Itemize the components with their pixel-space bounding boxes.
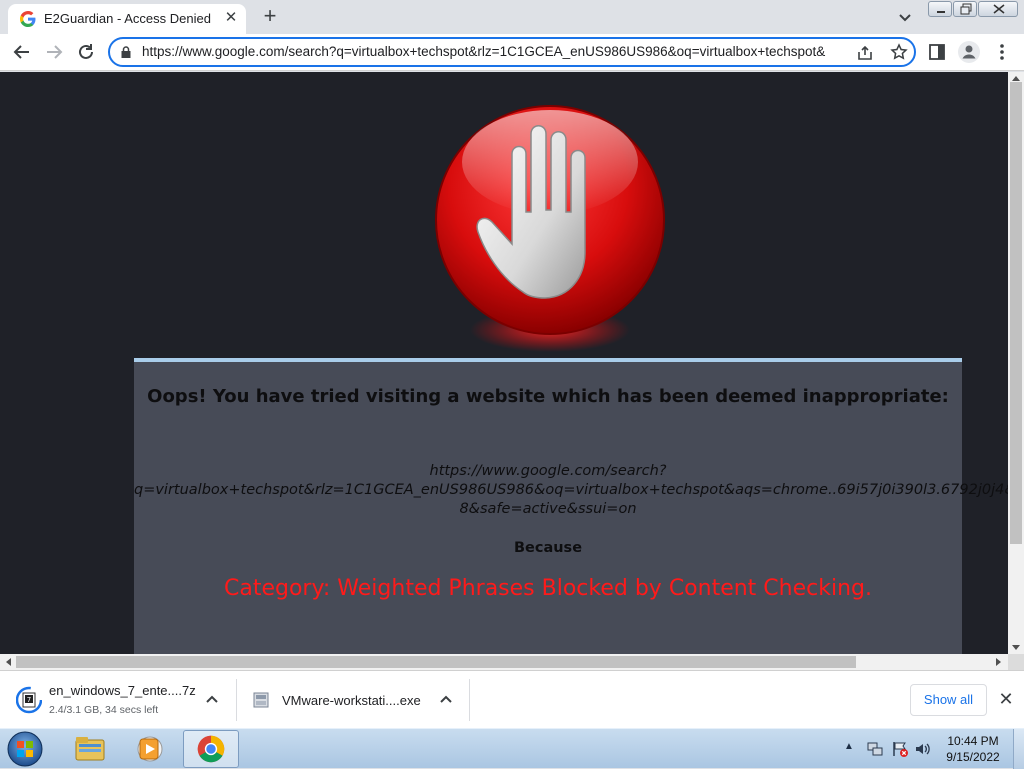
chrome-icon[interactable]	[183, 730, 239, 768]
vertical-scrollbar[interactable]	[1008, 72, 1024, 654]
forward-arrow-icon[interactable]	[42, 40, 66, 64]
clock-date[interactable]: 9/15/2022	[938, 750, 1008, 764]
download-item-name[interactable]: en_windows_7_ente....7z	[49, 683, 196, 698]
tab-close-button[interactable]: ✕	[222, 9, 240, 27]
new-tab-button[interactable]: +	[259, 5, 281, 28]
minimize-icon	[937, 11, 945, 13]
archive-file-icon[interactable]: 7	[16, 686, 42, 714]
show-desktop-button[interactable]	[1013, 729, 1024, 769]
download-shelf: 7 en_windows_7_ente....7z 2.4/3.1 GB, 34…	[0, 670, 1024, 728]
download-item-status: 2.4/3.1 GB, 34 secs left	[49, 704, 159, 716]
star-icon[interactable]	[890, 43, 908, 61]
vertical-scroll-thumb[interactable]	[1010, 82, 1022, 544]
scroll-left-arrow-icon[interactable]	[4, 657, 12, 667]
scroll-right-arrow-icon[interactable]	[995, 657, 1003, 667]
download-divider	[236, 679, 237, 721]
chevron-up-icon[interactable]	[204, 691, 220, 707]
svg-text:7: 7	[27, 696, 31, 704]
tab-active[interactable]: E2Guardian - Access Denied ✕	[8, 4, 246, 34]
reload-icon[interactable]	[74, 40, 98, 64]
exe-file-icon[interactable]	[252, 691, 270, 709]
close-icon	[993, 4, 1005, 14]
volume-icon[interactable]	[914, 740, 932, 758]
horizontal-scrollbar[interactable]	[0, 654, 1008, 670]
flag-icon[interactable]	[891, 740, 909, 758]
scroll-up-arrow-icon[interactable]	[1011, 74, 1021, 82]
lock-icon[interactable]	[120, 46, 132, 58]
side-panel-icon[interactable]	[928, 43, 946, 61]
minimize-button[interactable]	[928, 1, 952, 17]
folder-icon[interactable]	[62, 730, 118, 768]
horizontal-scroll-thumb[interactable]	[16, 656, 856, 668]
download-item-name[interactable]: VMware-workstati....exe	[282, 693, 421, 708]
kebab-menu-icon[interactable]	[996, 43, 1008, 61]
share-icon[interactable]	[856, 44, 874, 62]
scroll-down-arrow-icon[interactable]	[1011, 644, 1021, 652]
because-label: Because	[513, 540, 583, 556]
stop-hand-icon	[435, 105, 665, 352]
block-category: Category: Weighted Phrases Blocked by Co…	[224, 576, 872, 601]
profile-icon[interactable]	[958, 41, 980, 63]
page-viewport: Oops! You have tried visiting a website …	[0, 72, 1008, 654]
page-title: Oops! You have tried visiting a website …	[147, 386, 949, 407]
blocked-url: https://www.google.com/search? q=virtual…	[134, 463, 1008, 517]
window-close-button[interactable]	[978, 1, 1018, 17]
network-icon[interactable]	[866, 740, 884, 758]
show-all-button[interactable]: Show all	[910, 684, 987, 716]
back-arrow-icon[interactable]	[10, 40, 34, 64]
download-divider	[469, 679, 470, 721]
restore-icon	[960, 3, 972, 15]
tray-expand-arrow[interactable]: ▲	[844, 741, 854, 752]
tab-title: E2Guardian - Access Denied	[44, 11, 211, 26]
browser-toolbar: https://www.google.com/search?q=virtualb…	[0, 34, 1024, 71]
restore-button[interactable]	[953, 1, 977, 17]
address-bar[interactable]: https://www.google.com/search?q=virtualb…	[108, 37, 916, 67]
scrollbar-corner	[1008, 654, 1024, 670]
access-denied-panel: Oops! You have tried visiting a website …	[134, 358, 1008, 654]
media-player-icon[interactable]	[122, 730, 178, 768]
windows-taskbar: ▲ 10:44 PM 9/15/2022	[0, 728, 1024, 769]
tab-strip: E2Guardian - Access Denied ✕ +	[0, 0, 1024, 34]
chevron-up-icon[interactable]	[438, 691, 454, 707]
url-text[interactable]: https://www.google.com/search?q=virtualb…	[142, 44, 848, 59]
tab-search-chevron-icon[interactable]	[896, 8, 914, 26]
google-g-icon	[20, 11, 36, 27]
clock-time[interactable]: 10:44 PM	[938, 734, 1008, 748]
windows-start-icon[interactable]	[4, 730, 46, 768]
download-shelf-close-button[interactable]: ✕	[996, 689, 1016, 709]
